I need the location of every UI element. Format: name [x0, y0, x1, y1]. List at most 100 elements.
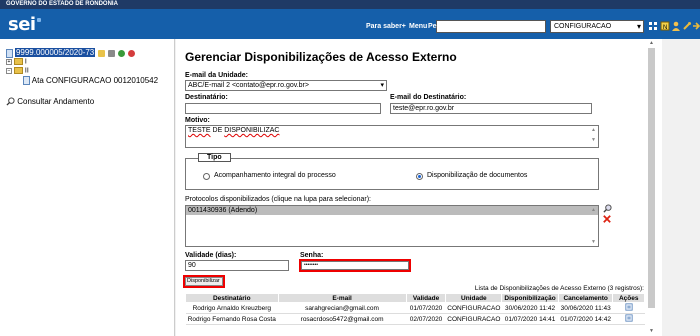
cell: CONFIGURACAO	[445, 302, 502, 314]
tree-folder-1[interactable]: + I	[6, 58, 27, 65]
col-destinatario[interactable]: Destinatário	[185, 293, 279, 303]
remove-icon[interactable]	[603, 215, 611, 223]
cell: CONFIGURACAO	[445, 313, 502, 325]
protocolos-list[interactable]: 0011430936 (Adendo) ▲ ▼	[185, 205, 599, 247]
scroll-down-icon[interactable]: ▼	[591, 136, 596, 145]
disponibilizacoes-table: Destinatário E-mail Validade Unidade Dis…	[185, 293, 645, 325]
motivo-label: Motivo:	[185, 117, 210, 124]
table-caption: Lista de Disponibilizações de Acesso Ext…	[474, 285, 644, 292]
cell: 01/07/2020	[406, 302, 446, 314]
magnifier-select-icon[interactable]	[603, 204, 612, 213]
minus-icon[interactable]	[128, 49, 136, 57]
document-icon	[23, 76, 30, 86]
cell: Rodrigo Fernando Rosa Costa	[185, 313, 279, 325]
cell: 01/07/2020 14:42	[558, 313, 613, 325]
svg-text:N: N	[663, 25, 667, 31]
radio-acompanhamento[interactable]	[203, 173, 210, 180]
user-icon[interactable]	[671, 21, 681, 31]
unit-select[interactable]: CONFIGURACAO ▾	[550, 20, 644, 33]
cell: rosacrdoso5472@gmail.com	[278, 313, 407, 325]
button-highlight	[183, 275, 225, 288]
email-unit-select[interactable]: ABC/E-mail 2 <contato@epr.ro.gov.br> ▾	[185, 80, 387, 91]
radio-documentos-label[interactable]: Disponibilização de documentos	[427, 172, 527, 179]
col-email[interactable]: E-mail	[277, 293, 407, 303]
notepad-icon[interactable]: N	[660, 21, 670, 31]
process-tree-pane: 9999.000005/2020-73 + I − II Ata CONFIGU…	[0, 39, 175, 336]
tree-document-row[interactable]: Ata CONFIGURACAO 0012010542	[23, 76, 158, 86]
protocolo-item[interactable]: 0011430936 (Adendo)	[186, 206, 598, 215]
expand-icon[interactable]: +	[6, 58, 12, 65]
collapse-icon[interactable]: −	[6, 67, 12, 74]
right-gutter	[662, 39, 700, 336]
document-label[interactable]: Ata CONFIGURACAO 0012010542	[32, 76, 158, 85]
tipo-legend: Tipo	[198, 153, 231, 162]
col-disponibilizacao[interactable]: Disponibilização	[501, 293, 559, 303]
view-document-icon[interactable]	[625, 303, 633, 311]
senha-label: Senha:	[300, 252, 324, 259]
para-saber-link[interactable]: Para saber+	[366, 23, 406, 30]
tree-folder-2[interactable]: − II	[6, 67, 29, 74]
cell: Rodrigo Arnaldo Kreuzberg	[185, 302, 279, 314]
menu-link[interactable]: Menu	[409, 23, 427, 30]
sei-logo[interactable]: sei	[8, 14, 36, 35]
scroll-up-icon[interactable]: ▲	[649, 40, 654, 46]
logout-icon[interactable]	[692, 21, 700, 31]
table-row: Rodrigo Arnaldo Kreuzberg sarahgrecian@g…	[185, 302, 645, 314]
cell: 30/06/2020 11:43	[558, 302, 613, 314]
chevron-down-icon: ▾	[636, 22, 641, 31]
scroll-down-icon[interactable]: ▼	[591, 239, 596, 245]
col-acoes: Ações	[612, 293, 645, 303]
logo-dot	[37, 18, 41, 22]
col-validade[interactable]: Validade	[405, 293, 447, 303]
cell: 01/07/2020 14:41	[501, 313, 559, 325]
cell	[612, 313, 645, 325]
destinatario-label: Destinatário:	[185, 94, 228, 101]
col-cancelamento[interactable]: Cancelamento	[557, 293, 614, 303]
cell: sarahgrecian@gmail.com	[278, 302, 407, 314]
main-content: Gerenciar Disponibilizações de Acesso Ex…	[176, 39, 650, 336]
email-dest-input[interactable]: teste@epr.ro.gov.br	[390, 103, 592, 114]
table-row: Rodrigo Fernando Rosa Costa rosacrdoso54…	[185, 313, 645, 325]
chevron-down-icon: ▾	[380, 82, 384, 89]
radio-acompanhamento-label[interactable]: Acompanhamento integral do processo	[214, 172, 336, 179]
magnifier-icon	[6, 97, 15, 106]
cell: 30/06/2020 11:42	[501, 302, 559, 314]
cell: 02/07/2020	[406, 313, 446, 325]
motivo-textarea[interactable]: TESTE DE DISPONIBILIZAC ▲ ▼	[185, 125, 599, 148]
tipo-fieldset: Tipo Acompanhamento integral do processo…	[185, 153, 599, 190]
scroll-up-icon[interactable]: ▲	[591, 207, 596, 213]
validade-input[interactable]: 90	[185, 260, 289, 271]
email-dest-label: E-mail do Destinatário:	[390, 94, 467, 101]
folder-icon	[13, 58, 23, 65]
star-icon[interactable]	[98, 49, 106, 57]
protocolos-label: Protocolos disponibilizados (clique na l…	[185, 196, 371, 203]
process-number[interactable]: 9999.000005/2020-73	[14, 48, 96, 57]
folder-label: II	[24, 67, 29, 75]
consultar-label[interactable]: Consultar Andamento	[17, 97, 94, 106]
government-bar: GOVERNO DO ESTADO DE RONDÔNIA	[0, 0, 700, 9]
folder-label: I	[24, 58, 27, 66]
grid-icon[interactable]	[648, 21, 658, 31]
marker-icon[interactable]	[108, 49, 116, 57]
tools-icon[interactable]	[682, 21, 692, 31]
consultar-andamento-link[interactable]: Consultar Andamento	[6, 97, 94, 106]
senha-highlight	[299, 259, 411, 272]
view-document-icon[interactable]	[625, 314, 633, 322]
pesquisa-label: Pesquisa	[428, 23, 459, 30]
page-title: Gerenciar Disponibilizações de Acesso Ex…	[185, 50, 457, 64]
plus-icon[interactable]	[118, 49, 126, 57]
process-icon	[6, 48, 13, 58]
col-unidade[interactable]: Unidade	[445, 293, 503, 303]
tree-process-row[interactable]: 9999.000005/2020-73	[6, 48, 136, 58]
validade-label: Validade (dias):	[185, 252, 237, 259]
scrollbar-thumb[interactable]	[648, 48, 655, 308]
cell	[612, 302, 645, 314]
email-unit-label: E-mail da Unidade:	[185, 72, 249, 79]
radio-documentos[interactable]	[416, 173, 423, 180]
scroll-down-icon[interactable]: ▼	[649, 328, 654, 334]
table-header-row: Destinatário E-mail Validade Unidade Dis…	[185, 293, 645, 303]
destinatario-input[interactable]	[185, 103, 381, 114]
folder-icon	[13, 67, 23, 74]
header-bar: sei Para saber+ Menu CONFIGURACAO ▾ N	[0, 9, 700, 39]
scroll-up-icon[interactable]: ▲	[591, 126, 596, 135]
